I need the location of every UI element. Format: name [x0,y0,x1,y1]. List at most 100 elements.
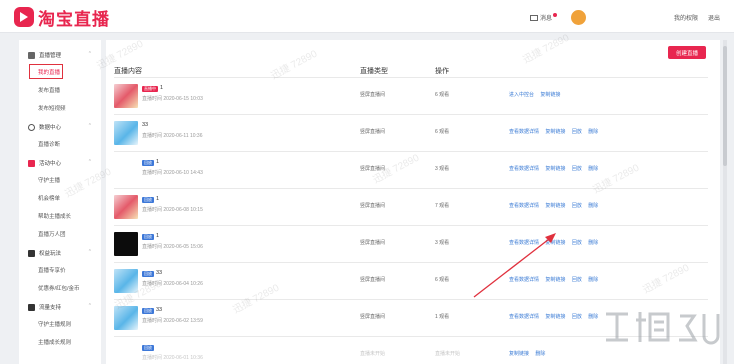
copy-link-link[interactable]: 复制链接 [540,92,560,98]
row-actions: 查看数据详情 复制链接 回放 删除 [509,239,603,246]
sidebar-item-publish-live[interactable]: 发布直播 [19,82,101,100]
sidebar-item-help-anchor-grow[interactable]: 帮助主播成长 [19,208,101,226]
replay-link[interactable]: 回放 [572,240,582,246]
row-time: 直播时间 2020-06-15 10:03 [142,96,203,102]
row-title[interactable]: 33 [156,307,162,313]
table-row: 回放 1 直播时间 2020-06-08 10:15 竖屏直播间 7 观看 查看… [114,188,708,225]
delete-link[interactable]: 删除 [535,351,545,357]
row-type: 竖屏直播间 [360,277,386,283]
sidebar-item-coupons[interactable]: 优惠券/红包/金币 [19,280,101,298]
row-time: 直播时间 2020-06-04 10:26 [142,281,203,287]
notification-dot [552,13,557,17]
live-thumbnail[interactable] [114,158,138,182]
logout-link[interactable]: 退出 [708,13,720,22]
live-thumbnail[interactable] [114,121,138,145]
copy-link-link[interactable]: 复制链接 [509,351,529,357]
row-views: 1 观看 [435,314,450,320]
replay-link[interactable]: 回放 [572,314,582,320]
create-live-button[interactable]: 创建直播 [668,46,706,59]
sidebar-item-publish-video[interactable]: 发布短视频 [19,100,101,118]
row-time: 直播时间 2020-06-05 15:06 [142,244,203,250]
scrollbar-thumb[interactable] [723,46,727,166]
sidebar-item-guard-anchor[interactable]: 守护主播 [19,172,101,190]
column-header-ops: 操作 [435,68,449,75]
chevron-up-icon: ⌃ [87,159,92,165]
chevron-up-icon: ⌃ [87,51,92,57]
row-views: 7 观看 [435,203,450,209]
row-actions: 查看数据详情 复制链接 回放 删除 [509,128,603,135]
replay-link[interactable]: 回放 [572,166,582,172]
row-title[interactable]: 1 [156,159,159,165]
delete-link[interactable]: 删除 [588,277,598,283]
delete-link[interactable]: 删除 [588,166,598,172]
row-type: 竖屏直播间 [360,203,386,209]
live-thumbnail[interactable] [114,306,138,330]
sidebar-group-activity-center[interactable]: 活动中心 ⌃ [19,154,101,172]
delete-link[interactable]: 删除 [588,240,598,246]
chevron-up-icon: ⌃ [87,123,92,129]
chevron-up-icon: ⌃ [87,303,92,309]
avatar[interactable] [570,10,586,25]
row-views: 3 观看 [435,240,450,246]
sidebar-item-exclusive-price[interactable]: 直播专享价 [19,262,101,280]
row-title[interactable]: 1 [156,196,159,202]
live-thumbnail[interactable] [114,343,138,364]
row-views: 直播未开始 [435,351,461,357]
copy-link-link[interactable]: 复制链接 [545,129,565,135]
sidebar-group-benefits[interactable]: 权益玩法 ⌃ [19,244,101,262]
live-thumbnail[interactable] [114,232,138,256]
row-time: 直播时间 2020-06-08 10:15 [142,207,203,213]
enter-console-link[interactable]: 进入中控台 [509,92,534,98]
copy-link-link[interactable]: 复制链接 [545,314,565,320]
view-data-link[interactable]: 查看数据详情 [509,166,539,172]
sidebar-item-opportunity-list[interactable]: 机会榜单 [19,190,101,208]
table-row: 直播中 1 直播时间 2020-06-15 10:03 竖屏直播间 6 观看 进… [114,77,708,114]
row-actions: 查看数据详情 复制链接 回放 删除 [509,165,603,172]
view-data-link[interactable]: 查看数据详情 [509,203,539,209]
sidebar: 直播管理 ⌃ 我的直播 发布直播 发布短视频 数据中心 ⌃ 直播诊断 活动中心 … [19,40,101,364]
view-data-link[interactable]: 查看数据详情 [509,277,539,283]
live-thumbnail[interactable] [114,195,138,219]
highlight-box [29,64,63,79]
view-data-link[interactable]: 查看数据详情 [509,240,539,246]
view-data-link[interactable]: 查看数据详情 [509,314,539,320]
app-logo[interactable]: 淘宝直播 [14,6,110,29]
replay-link[interactable]: 回放 [572,277,582,283]
gift-icon [28,249,35,257]
sidebar-item-guard-rules[interactable]: 守护主播规则 [19,316,101,334]
delete-link[interactable]: 删除 [588,203,598,209]
row-title[interactable]: 33 [142,122,148,128]
view-data-link[interactable]: 查看数据详情 [509,129,539,135]
row-actions: 查看数据详情 复制链接 回放 删除 [509,313,603,320]
row-title[interactable]: 33 [156,270,162,276]
top-bar: 淘宝直播 消息 我的权限 退出 [0,0,734,33]
sidebar-group-data-center[interactable]: 数据中心 ⌃ [19,118,101,136]
sidebar-group-live-management[interactable]: 直播管理 ⌃ [19,46,101,64]
copy-link-link[interactable]: 复制链接 [545,240,565,246]
row-time: 直播时间 2020-06-11 10:36 [142,133,203,139]
table-row: 回放 1 直播时间 2020-06-05 15:06 竖屏直播间 3 观看 查看… [114,225,708,262]
copy-link-link[interactable]: 复制链接 [545,277,565,283]
copy-link-link[interactable]: 复制链接 [545,166,565,172]
row-title[interactable]: 1 [156,233,159,239]
replay-link[interactable]: 回放 [572,203,582,209]
messages-label: 消息 [539,16,552,22]
messages-button[interactable]: 消息 [529,13,557,22]
traffic-icon [28,303,35,311]
chart-icon [28,123,35,131]
sidebar-item-live-group-buy[interactable]: 直播万人团 [19,226,101,244]
row-views: 3 观看 [435,166,450,172]
mail-icon [529,14,538,21]
delete-link[interactable]: 删除 [588,129,598,135]
my-permissions-link[interactable]: 我的权限 [674,13,698,22]
sidebar-item-live-diagnosis[interactable]: 直播诊断 [19,136,101,154]
top-right-area: 消息 我的权限 退出 [529,10,720,25]
row-title[interactable]: 1 [160,85,163,91]
sidebar-group-traffic-support[interactable]: 流量支持 ⌃ [19,298,101,316]
sidebar-item-growth-rules[interactable]: 主播成长规则 [19,334,101,352]
copy-link-link[interactable]: 复制链接 [545,203,565,209]
live-thumbnail[interactable] [114,269,138,293]
delete-link[interactable]: 删除 [588,314,598,320]
live-thumbnail[interactable] [114,84,138,108]
replay-link[interactable]: 回放 [572,129,582,135]
